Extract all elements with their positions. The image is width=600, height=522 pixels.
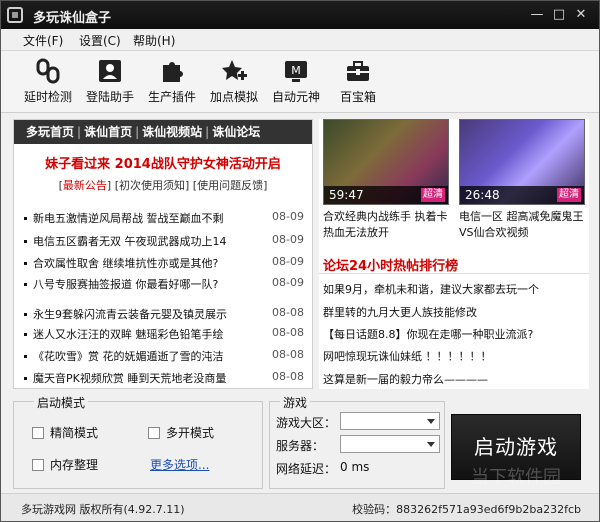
video-caption[interactable]: 合欢经典内战练手 执着卡热血无法放开 (323, 209, 453, 241)
checkbox-lite-mode[interactable]: 精简模式 (32, 424, 98, 441)
chain-link-icon (36, 58, 60, 84)
group-title: 启动模式 (34, 394, 89, 411)
menu-settings[interactable]: 设置(C) (79, 32, 121, 49)
forum-item[interactable]: 如果9月，牵机未和谐，建议大家都去玩一个 (323, 281, 539, 297)
news-item[interactable]: 迷人又水汪汪的双眸 魅瑶彩色铅笔手绘 08-08 (24, 326, 310, 346)
monitor-m-icon: M (285, 61, 307, 82)
user-card-icon (99, 60, 121, 82)
subnav-first-use[interactable]: 初次使用须知 (119, 179, 185, 192)
tool-label: 延时检测 (23, 90, 72, 104)
divider (319, 273, 589, 274)
status-bar: 多玩游戏网 版权所有(4.92.7.11) 校验码：883262f571a93e… (1, 493, 599, 521)
news-item[interactable]: 永生9套躲闪流青云装备元婴及镇灵展示 08-08 (24, 306, 310, 326)
checkbox-box[interactable] (148, 427, 160, 439)
start-mode-group: 启动模式 精简模式 多开模式 内存整理 更多选项... (13, 394, 263, 489)
tool-auto-spirit[interactable]: M 自动元神 (265, 55, 327, 111)
tool-label: 自动元神 (271, 90, 320, 104)
tool-latency-check[interactable]: 延时检测 (17, 55, 79, 111)
region-select[interactable] (340, 412, 440, 430)
tool-label: 登陆助手 (85, 90, 134, 104)
latency-label: 网络延迟： (276, 462, 337, 476)
star-plus-icon (222, 60, 247, 80)
subnav-latest[interactable]: 最新公告 (63, 179, 107, 192)
server-label: 服务器： (276, 439, 325, 453)
news-item[interactable]: 新电五激情逆风局帮战 誓战至巅血不剩 08-09 (24, 210, 310, 230)
subnav-feedback[interactable]: 使用问题反馈 (197, 179, 263, 192)
news-nav-bar: 多玩首页 | 诛仙首页 | 诛仙视频站 | 诛仙论坛 (14, 120, 312, 144)
nav-duowan-home[interactable]: 多玩首页 (26, 125, 74, 139)
copyright-text: 多玩游戏网 版权所有(4.92.7.11) (21, 503, 185, 516)
more-options-link[interactable]: 更多选项... (150, 456, 209, 473)
forum-hot-title: 论坛24小时热帖排行榜 (323, 259, 459, 274)
tool-label: 百宝箱 (339, 90, 376, 104)
checkbox-box[interactable] (32, 427, 44, 439)
checkbox-box[interactable] (32, 459, 44, 471)
nav-zhuxian-home[interactable]: 诛仙首页 (84, 125, 132, 139)
tool-login-assistant[interactable]: 登陆助手 (79, 55, 141, 111)
video-thumbnail[interactable]: 59:47 超清 (323, 119, 449, 205)
toolbox-icon (347, 61, 369, 81)
tool-stat-simulator[interactable]: 加点模拟 (203, 55, 265, 111)
checkbox-multi-open[interactable]: 多开模式 (148, 424, 214, 441)
tool-toolbox[interactable]: 百宝箱 (327, 55, 389, 111)
chevron-down-icon (427, 419, 435, 424)
hd-badge: 超清 (421, 188, 445, 202)
video-thumbnail[interactable]: 26:48 超清 (459, 119, 585, 205)
news-item[interactable]: 《花吹雪》赏 花的妩媚遁逝了雪的沌洁 08-08 (24, 348, 310, 368)
tool-label: 加点模拟 (209, 90, 258, 104)
svg-text:M: M (291, 64, 301, 77)
right-pane: 59:47 超清 26:48 超清 合欢经典内战练手 执着卡热血无法放开 电信一… (319, 119, 589, 389)
nav-video-site[interactable]: 诛仙视频站 (142, 125, 202, 139)
region-label: 游戏大区： (276, 416, 337, 430)
news-subnav: [最新公告] [初次使用须知] [使用问题反馈] (58, 179, 268, 192)
hd-badge: 超清 (557, 188, 581, 202)
checkbox-memory-clean[interactable]: 内存整理 (32, 456, 98, 473)
game-group: 游戏 游戏大区： 服务器： 网络延迟： 0 ms (269, 394, 445, 489)
menu-file[interactable]: 文件(F) (23, 32, 63, 49)
forum-item[interactable]: 群里转的九月大更人族技能修改 (323, 304, 477, 320)
app-window: 多玩诛仙盒子 — □ ✕ 文件(F) 设置(C) 帮助(H) 延时检测 登陆助手 (0, 0, 600, 522)
toolbar: 延时检测 登陆助手 生产插件 加点模拟 M 自动元神 百宝箱 (1, 51, 599, 113)
news-headline[interactable]: 妹子看过来 2014战队守护女神活动开启 (14, 153, 312, 172)
menu-help[interactable]: 帮助(H) (133, 32, 175, 49)
chevron-down-icon (427, 442, 435, 447)
close-button[interactable]: ✕ (571, 6, 591, 24)
app-logo-icon (7, 7, 23, 23)
server-select[interactable] (340, 435, 440, 453)
window-title: 多玩诛仙盒子 (33, 11, 112, 26)
news-item[interactable]: 合欢属性取舍 继续堆抗性亦或是其他? 08-09 (24, 255, 310, 275)
title-bar: 多玩诛仙盒子 — □ ✕ (1, 1, 599, 29)
group-title: 游戏 (280, 394, 311, 411)
news-item[interactable]: 电信五区霸者无双 午夜现武器成功上14 08-09 (24, 233, 310, 253)
latency-value: 0 ms (340, 460, 370, 474)
forum-item[interactable]: 【每日话题8.8】你现在走哪一种职业流派? (323, 326, 533, 342)
menu-bar: 文件(F) 设置(C) 帮助(H) (1, 29, 599, 51)
forum-item[interactable]: 这算是新一届的毅力帝么———— (323, 371, 488, 387)
tool-label: 生产插件 (147, 90, 196, 104)
nav-forum[interactable]: 诛仙论坛 (212, 125, 260, 139)
news-panel: 多玩首页 | 诛仙首页 | 诛仙视频站 | 诛仙论坛 妹子看过来 2014战队守护女神活动开… (13, 119, 313, 389)
news-item[interactable]: 八号专服赛抽签报道 你最看好哪一队? 08-09 (24, 276, 310, 296)
news-item[interactable]: 魔天音PK视频欣赏 睡到天荒地老没商量 08-08 (24, 370, 310, 390)
forum-item[interactable]: 网吧惊现玩诛仙妹纸 ！！！！！！ (323, 348, 492, 364)
puzzle-icon (163, 62, 183, 82)
checksum-text: 校验码：883262f571a93ed6f9b2ba232fcb (352, 503, 581, 516)
video-caption[interactable]: 电信一区 超高减免魔鬼王VS仙合欢视频 (459, 209, 589, 241)
tool-production-plugin[interactable]: 生产插件 (141, 55, 203, 111)
maximize-button[interactable]: □ (549, 6, 569, 24)
watermark: 当下软件园 (471, 467, 561, 488)
minimize-button[interactable]: — (527, 6, 547, 24)
